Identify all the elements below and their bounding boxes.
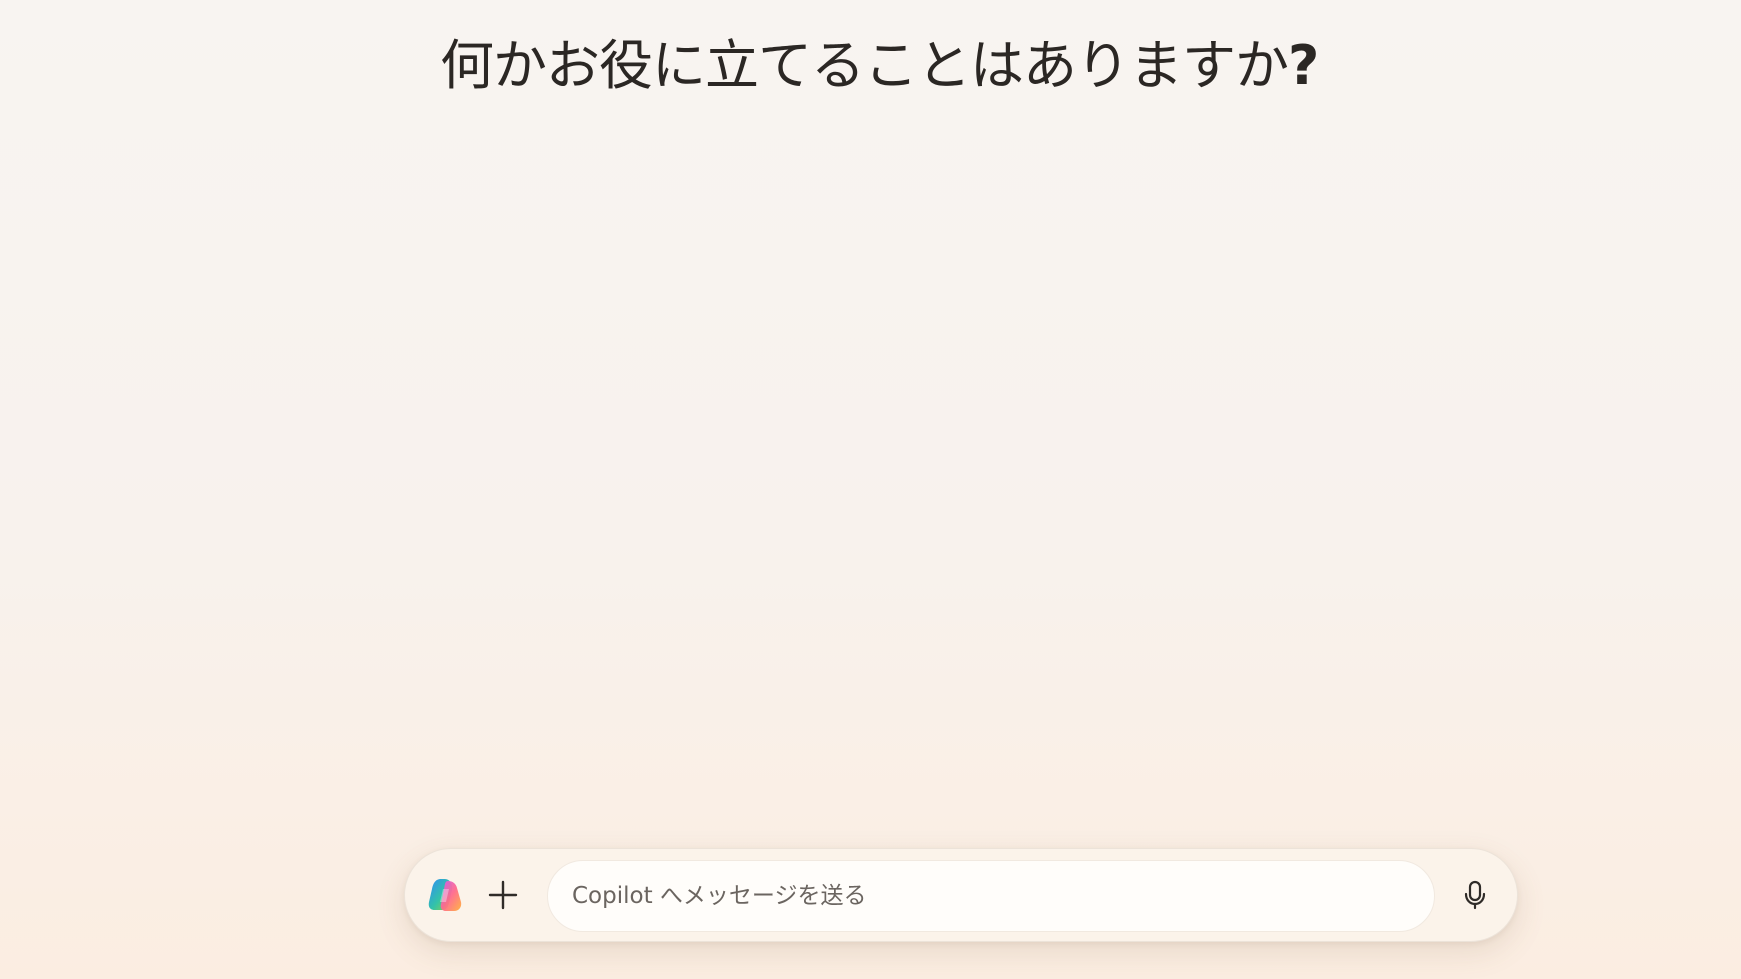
copilot-logo-button[interactable] [425,875,465,915]
microphone-icon [1464,880,1486,910]
plus-icon [488,880,518,910]
greeting-question-mark: ? [1288,34,1319,97]
message-input[interactable] [548,861,1434,931]
message-input-container [547,860,1435,932]
copilot-logo-icon [428,879,462,911]
page-title: 何かお役に立てることはありますか? [440,30,1319,102]
add-attachment-button[interactable] [481,873,525,917]
greeting-text: 何かお役に立てることはありますか [440,34,1289,97]
voice-input-button[interactable] [1453,873,1497,917]
message-composer [404,848,1518,942]
